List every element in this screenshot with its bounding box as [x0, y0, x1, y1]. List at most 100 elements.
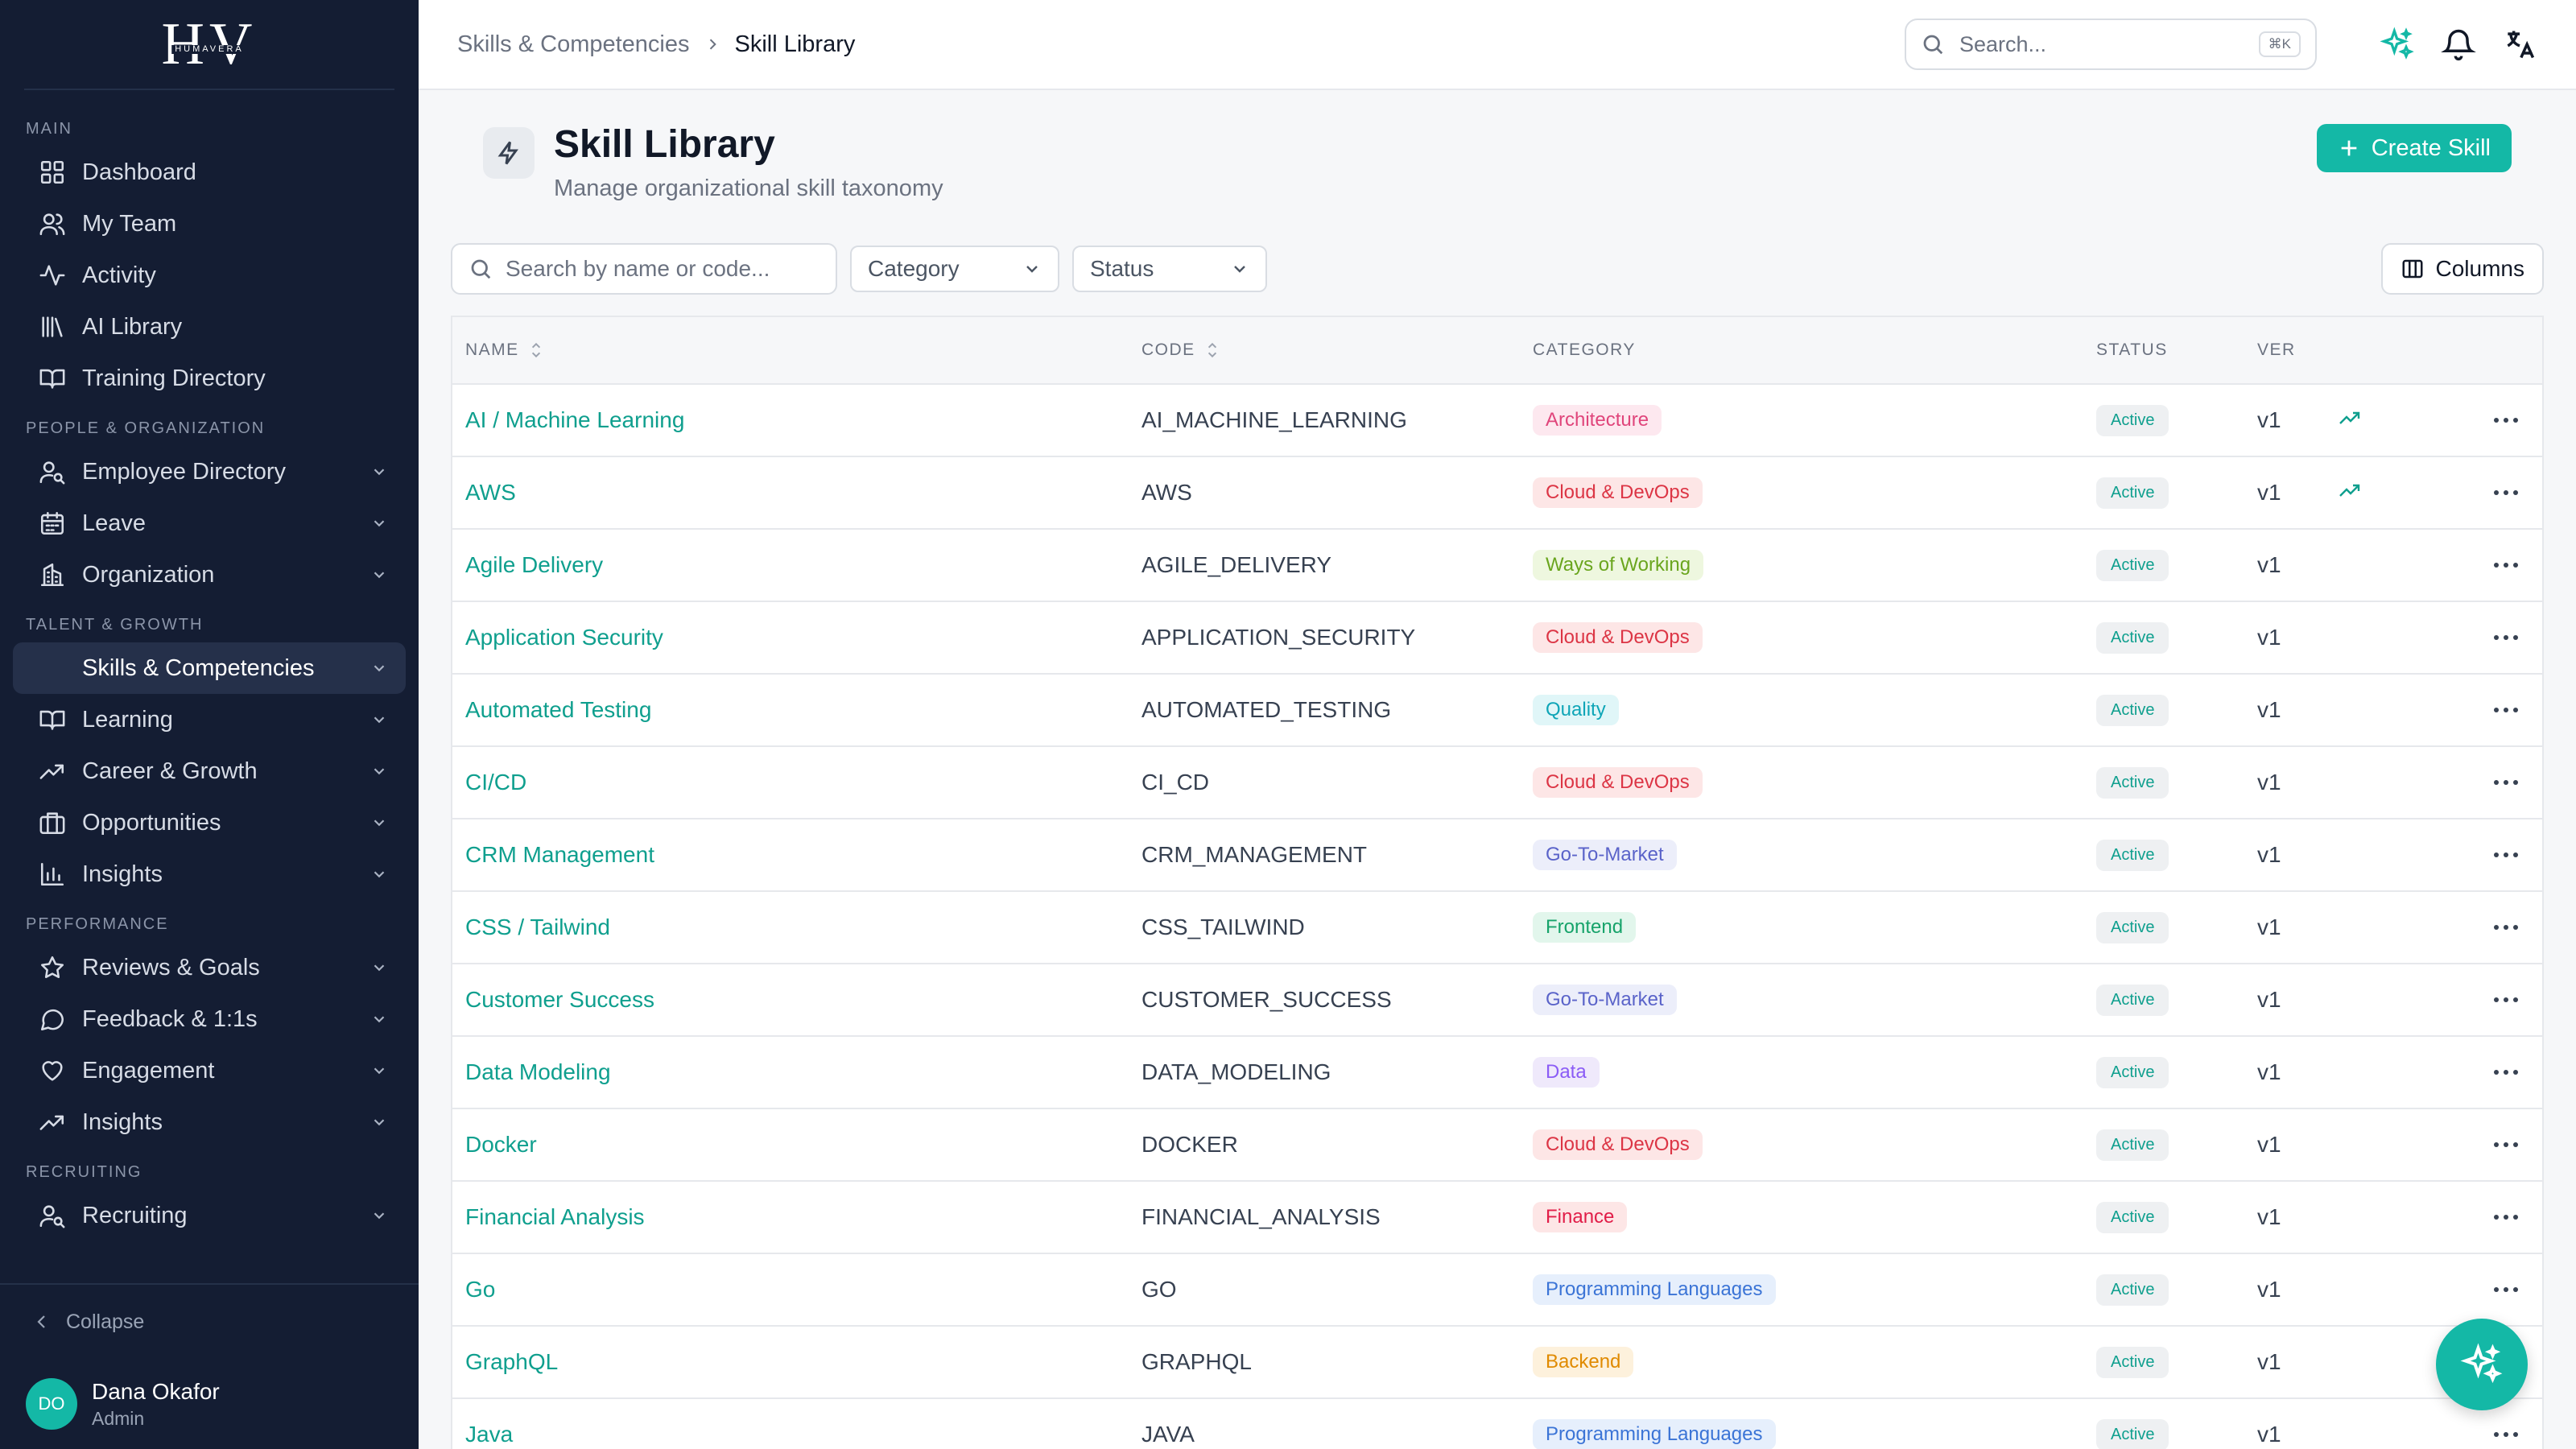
chevron-down-icon	[374, 665, 385, 672]
table-row[interactable]: Data Modeling DATA_MODELING Data Active …	[452, 1037, 2542, 1109]
category-badge: Data	[1533, 1057, 1600, 1088]
table-row[interactable]: Java JAVA Programming Languages Active v…	[452, 1399, 2542, 1449]
sidebar-item-ai-library[interactable]: AI Library	[13, 301, 406, 353]
more-actions-icon[interactable]	[2492, 923, 2520, 931]
skill-name-link[interactable]: Java	[465, 1422, 513, 1447]
more-actions-icon[interactable]	[2492, 706, 2520, 714]
category-badge: Cloud & DevOps	[1533, 767, 1703, 798]
more-actions-icon[interactable]	[2492, 634, 2520, 642]
skill-name-link[interactable]: GraphQL	[465, 1349, 558, 1374]
category-badge: Finance	[1533, 1202, 1628, 1232]
more-actions-icon[interactable]	[2492, 1213, 2520, 1221]
more-actions-icon[interactable]	[2492, 996, 2520, 1004]
skill-name-link[interactable]: CSS / Tailwind	[465, 914, 610, 939]
table-row[interactable]: Agile Delivery AGILE_DELIVERY Ways of Wo…	[452, 530, 2542, 602]
skill-name-link[interactable]: CRM Management	[465, 842, 654, 867]
breadcrumb-parent[interactable]: Skills & Competencies	[457, 31, 690, 58]
category-select[interactable]: Category	[850, 246, 1059, 292]
more-actions-icon[interactable]	[2492, 489, 2520, 497]
sidebar-item-insights[interactable]: Insights	[13, 848, 406, 900]
ai-assistant-button[interactable]	[2436, 1319, 2528, 1410]
version-label: v1	[2257, 552, 2281, 577]
sidebar-item-label: Employee Directory	[82, 458, 287, 485]
table-row[interactable]: CRM Management CRM_MANAGEMENT Go-To-Mark…	[452, 819, 2542, 892]
logo[interactable]: HV HUMAVERA	[24, 0, 394, 90]
sidebar-item-career-growth[interactable]: Career & Growth	[13, 745, 406, 797]
sidebar-item-activity[interactable]: Activity	[13, 250, 406, 301]
skill-name-link[interactable]: AI / Machine Learning	[465, 407, 684, 432]
sidebar-item-insights[interactable]: Insights	[13, 1096, 406, 1148]
version-label: v1	[2257, 1132, 2281, 1157]
table-row[interactable]: Docker DOCKER Cloud & DevOps Active v1	[452, 1109, 2542, 1182]
avatar: DO	[26, 1378, 77, 1430]
sidebar-item-training-directory[interactable]: Training Directory	[13, 353, 406, 404]
skill-name-link[interactable]: Application Security	[465, 625, 663, 650]
breadcrumb-current: Skill Library	[734, 31, 856, 57]
columns-button[interactable]: Columns	[2380, 243, 2544, 295]
table-row[interactable]: AI / Machine Learning AI_MACHINE_LEARNIN…	[452, 385, 2542, 457]
sidebar-item-engagement[interactable]: Engagement	[13, 1045, 406, 1096]
skill-search-input[interactable]: Search by name or code...	[451, 243, 837, 295]
version-label: v1	[2257, 1422, 2281, 1447]
chevron-down-icon	[1026, 266, 1038, 273]
skill-code: DOCKER	[1141, 1132, 1238, 1157]
more-actions-icon[interactable]	[2492, 851, 2520, 859]
sidebar-item-employee-directory[interactable]: Employee Directory	[13, 446, 406, 497]
more-actions-icon[interactable]	[2492, 561, 2520, 569]
table-row[interactable]: Go GO Programming Languages Active v1	[452, 1254, 2542, 1327]
create-skill-button[interactable]: Create Skill	[2316, 124, 2512, 172]
table-row[interactable]: CI/CD CI_CD Cloud & DevOps Active v1	[452, 747, 2542, 819]
chevron-down-icon	[374, 819, 385, 827]
more-actions-icon[interactable]	[2492, 1430, 2520, 1439]
sidebar-item-reviews-goals[interactable]: Reviews & Goals	[13, 942, 406, 993]
table-row[interactable]: GraphQL GRAPHQL Backend Active v1	[452, 1327, 2542, 1399]
translate-icon[interactable]	[2502, 27, 2537, 62]
status-select[interactable]: Status	[1072, 246, 1267, 292]
user-role: Admin	[92, 1407, 145, 1429]
table-row[interactable]: CSS / Tailwind CSS_TAILWIND Frontend Act…	[452, 892, 2542, 964]
table-row[interactable]: Automated Testing AUTOMATED_TESTING Qual…	[452, 675, 2542, 747]
sidebar-item-skills-competencies[interactable]: Skills & Competencies	[13, 642, 406, 694]
sidebar-item-recruiting[interactable]: Recruiting	[13, 1190, 406, 1241]
sidebar-item-leave[interactable]: Leave	[13, 497, 406, 549]
skill-name-link[interactable]: Automated Testing	[465, 697, 651, 722]
sidebar-item-dashboard[interactable]: Dashboard	[13, 147, 406, 198]
sidebar-item-organization[interactable]: Organization	[13, 549, 406, 601]
table-row[interactable]: Financial Analysis FINANCIAL_ANALYSIS Fi…	[452, 1182, 2542, 1254]
user-profile[interactable]: DO Dana Okafor Admin	[0, 1359, 419, 1449]
sidebar-item-label: Insights	[82, 1108, 163, 1135]
sidebar-item-opportunities[interactable]: Opportunities	[13, 797, 406, 848]
chevron-down-icon	[374, 469, 385, 476]
nav-section-label: PERFORMANCE	[26, 915, 169, 933]
category-badge: Ways of Working	[1533, 550, 1704, 580]
status-badge: Active	[2096, 694, 2169, 726]
more-actions-icon[interactable]	[2492, 1286, 2520, 1294]
table-row[interactable]: Customer Success CUSTOMER_SUCCESS Go-To-…	[452, 964, 2542, 1037]
sidebar-item-feedback-1-1s[interactable]: Feedback & 1:1s	[13, 993, 406, 1045]
table-row[interactable]: Application Security APPLICATION_SECURIT…	[452, 602, 2542, 675]
sidebar-item-label: Leave	[82, 510, 147, 536]
skill-name-link[interactable]: AWS	[465, 480, 516, 505]
global-search-input[interactable]: Search... ⌘K	[1905, 19, 2317, 70]
skill-name-link[interactable]: Data Modeling	[465, 1059, 611, 1084]
bell-icon[interactable]	[2441, 27, 2476, 62]
more-actions-icon[interactable]	[2492, 1068, 2520, 1076]
header-name[interactable]: NAME	[452, 341, 1141, 360]
skill-name-link[interactable]: Financial Analysis	[465, 1204, 645, 1229]
more-actions-icon[interactable]	[2492, 416, 2520, 424]
skill-name-link[interactable]: Agile Delivery	[465, 552, 603, 577]
sparkles-icon[interactable]	[2380, 27, 2415, 62]
more-actions-icon[interactable]	[2492, 778, 2520, 786]
skill-name-link[interactable]: Docker	[465, 1132, 537, 1157]
skill-name-link[interactable]: CI/CD	[465, 770, 526, 795]
more-actions-icon[interactable]	[2492, 1141, 2520, 1149]
sidebar-item-learning[interactable]: Learning	[13, 694, 406, 745]
briefcase-icon	[39, 812, 65, 835]
skill-name-link[interactable]: Go	[465, 1277, 495, 1302]
sidebar-item-my-team[interactable]: My Team	[13, 198, 406, 250]
table-row[interactable]: AWS AWS Cloud & DevOps Active v1	[452, 457, 2542, 530]
header-code[interactable]: CODE	[1141, 341, 1533, 360]
skill-name-link[interactable]: Customer Success	[465, 987, 654, 1012]
trending-icon	[39, 764, 64, 779]
collapse-button[interactable]: Collapse	[0, 1285, 419, 1359]
